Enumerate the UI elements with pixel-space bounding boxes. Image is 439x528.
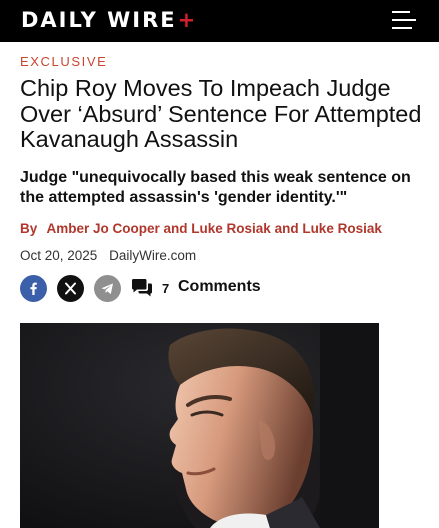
publish-date: Oct 20, 2025	[20, 248, 98, 263]
hamburger-menu-icon[interactable]	[392, 10, 418, 32]
telegram-share-button[interactable]	[94, 275, 121, 302]
portrait-photo	[20, 323, 379, 528]
article-subheadline: Judge "unequivocally based this weak sen…	[20, 169, 411, 206]
site-name: DailyWire.com	[109, 248, 197, 263]
comments-icon[interactable]	[131, 278, 153, 298]
x-share-button[interactable]	[57, 275, 84, 302]
top-nav-bar: DAILY WIRE+	[0, 0, 439, 42]
x-icon	[65, 282, 76, 295]
comments-link[interactable]: Comments	[178, 278, 261, 296]
telegram-icon	[101, 283, 113, 294]
comment-count: 7	[162, 281, 170, 296]
article-kicker: EXCLUSIVE	[20, 54, 108, 69]
article-headline: Chip Roy Moves To Impeach Judge Over ‘Ab…	[20, 75, 422, 152]
logo-text: DAILY WIRE	[21, 8, 177, 32]
daily-wire-logo[interactable]: DAILY WIRE+	[21, 6, 197, 34]
facebook-share-button[interactable]	[20, 275, 47, 302]
article-hero-image	[20, 323, 379, 528]
facebook-icon	[30, 282, 37, 295]
author-links[interactable]: Amber Jo Cooper and Luke Rosiak and Luke…	[47, 221, 382, 236]
logo-plus: +	[177, 8, 198, 32]
byline-prefix: By	[20, 221, 38, 236]
article-meta: Oct 20, 2025 DailyWire.com	[20, 248, 196, 263]
byline: By Amber Jo Cooper and Luke Rosiak and L…	[20, 221, 382, 236]
